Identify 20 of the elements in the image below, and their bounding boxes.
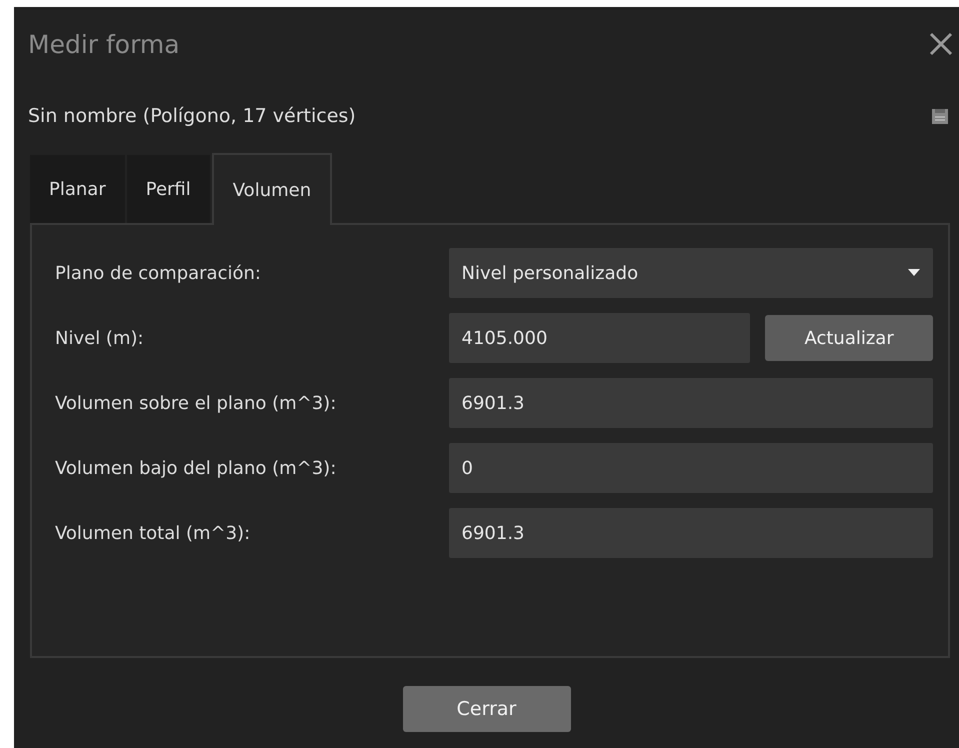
field-label: Nivel (m): — [55, 328, 145, 348]
update-button[interactable]: Actualizar — [765, 315, 933, 361]
dropdown-arrow-icon — [908, 269, 920, 277]
shape-name: Sin nombre (Polígono, 17 vértices) — [28, 105, 356, 127]
value-field: 6901.3 — [448, 378, 933, 428]
window-title: Medir forma — [28, 30, 180, 58]
tab[interactable]: Planar — [30, 155, 125, 223]
level-input-field[interactable]: 4105.000 — [448, 313, 750, 363]
field-label: Volumen bajo del plano (m^3): — [55, 458, 338, 478]
field-label: Volumen total (m^3): — [55, 522, 252, 544]
field-label: Plano de comparación: — [55, 262, 262, 284]
tab[interactable]: Volumen — [212, 153, 332, 225]
close-button[interactable]: Cerrar — [402, 686, 570, 732]
dropdown-field[interactable]: Nivel personalizado — [448, 248, 933, 298]
value-field: 6901.3 — [448, 508, 933, 558]
value-field: 0 — [448, 443, 933, 493]
tab[interactable]: Perfil — [126, 155, 210, 223]
close-icon[interactable] — [929, 32, 953, 56]
save-icon[interactable] — [931, 107, 949, 125]
field-label: Volumen sobre el plano (m^3): — [55, 392, 338, 414]
